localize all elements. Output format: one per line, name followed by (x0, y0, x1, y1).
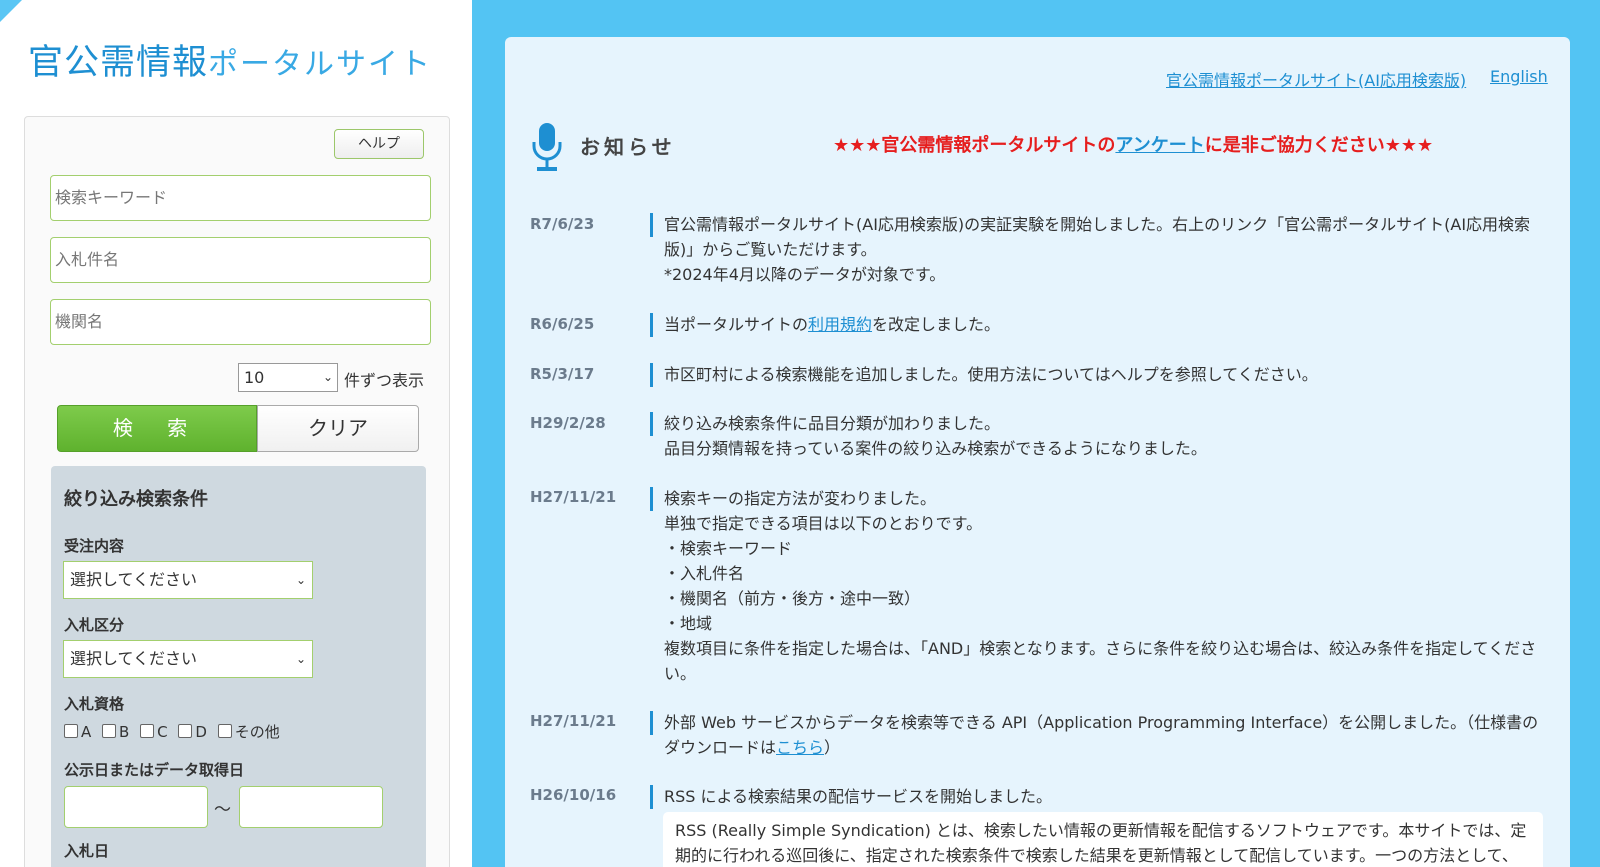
qualification-checkbox-d[interactable] (178, 724, 193, 738)
news-line: 検索キーの指定方法が変わりました。 (664, 489, 937, 508)
logo-sub-text: ポータルサイト (208, 47, 433, 82)
survey-text-pre: ★★★官公需情報ポータルサイトの (833, 135, 1116, 156)
news-date: R6/6/25 (530, 315, 595, 333)
news-date: R7/6/23 (530, 215, 595, 233)
bid-type-label: 入札区分 (64, 616, 125, 634)
survey-text-post: に是非ご協力ください★★★ (1204, 135, 1434, 156)
news-line: 単独で指定できる項目は以下のとおりです。 (664, 514, 983, 533)
news-line: 複数項目に条件を指定した場合は、「AND」検索となります。さらに条件を絞り込む場… (664, 639, 1537, 683)
news-divider (650, 487, 653, 511)
bid-title-input[interactable]: 入札件名 (50, 237, 431, 283)
order-content-label: 受注内容 (64, 537, 125, 555)
bid-type-value: 選択してください (70, 649, 198, 668)
date-label: 公示日またはデータ取得日 (64, 761, 245, 779)
rss-description-box: RSS (Really Simple Syndication) とは、検索したい… (663, 812, 1543, 867)
chevron-down-icon: ⌄ (322, 370, 333, 384)
news-date: H27/11/21 (530, 488, 617, 506)
per-page-value: 10 (244, 368, 265, 387)
news-divider (650, 711, 653, 735)
qualification-checkboxes: A B C D その他 (64, 721, 286, 742)
order-content-select[interactable]: 選択してください ⌄ (63, 561, 313, 599)
qualification-option-label: B (119, 723, 130, 741)
chevron-down-icon: ⌄ (295, 652, 306, 666)
keyword-input[interactable]: 検索キーワード (50, 175, 431, 221)
api-spec-link[interactable]: こちら (776, 738, 824, 757)
news-item: RSS による検索結果の配信サービスを開始しました。 (664, 784, 1542, 809)
news-line: 官公需情報ポータルサイト(AI応用検索版)の実証実験を開始しました。右上のリンク… (664, 215, 1531, 259)
qualification-checkbox-c[interactable] (140, 724, 155, 738)
qualification-checkbox-a[interactable] (64, 724, 78, 738)
per-page-select[interactable]: 10 ⌄ (238, 363, 338, 392)
logo-main-text: 官公需情報 (28, 43, 209, 83)
qualification-option-label: その他 (234, 723, 280, 741)
survey-banner: ★★★官公需情報ポータルサイトのアンケートに是非ご協力ください★★★ (833, 131, 1433, 157)
clear-button[interactable]: クリア (257, 405, 419, 452)
news-divider (650, 313, 653, 337)
news-item: 当ポータルサイトの利用規約を改定しました。 (664, 312, 1542, 337)
bid-type-select[interactable]: 選択してください ⌄ (63, 640, 313, 678)
news-date: H27/11/21 (530, 712, 617, 730)
qualification-label: 入札資格 (64, 695, 125, 713)
news-date: H29/2/28 (530, 414, 606, 432)
news-line: *2024年4月以降のデータが対象です。 (664, 265, 946, 284)
news-line: ・検索キーワード (664, 539, 793, 558)
bid-date-label: 入札日 (64, 842, 110, 860)
news-text-post: ） (824, 738, 841, 757)
microphone-icon (532, 123, 562, 171)
ai-search-link[interactable]: 官公需情報ポータルサイト(AI応用検索版) (1166, 67, 1466, 91)
help-button[interactable]: ヘルプ (334, 129, 424, 159)
news-line: RSS による検索結果の配信サービスを開始しました。 (664, 787, 1053, 806)
news-title: お知らせ (580, 135, 676, 159)
news-line: ・入札件名 (664, 564, 745, 583)
news-divider (650, 213, 653, 237)
agency-input[interactable]: 機関名 (50, 299, 431, 345)
per-page-label: 件ずつ表示 (344, 371, 425, 390)
news-item: 絞り込み検索条件に品目分類が加わりました。 品目分類情報を持っている案件の絞り込… (664, 411, 1542, 461)
qualification-checkbox-other[interactable] (217, 724, 232, 738)
news-item: 官公需情報ポータルサイト(AI応用検索版)の実証実験を開始しました。右上のリンク… (664, 212, 1542, 287)
qualification-checkbox-b[interactable] (102, 724, 117, 738)
news-divider (650, 363, 653, 387)
qualification-option-label: C (157, 723, 168, 741)
search-button[interactable]: 検 索 (57, 405, 257, 452)
news-line: 品目分類情報を持っている案件の絞り込み検索ができるようになりました。 (664, 439, 1207, 458)
news-line: ・機関名（前方・後方・途中一致） (664, 589, 921, 608)
news-text-post: を改定しました。 (872, 315, 1001, 334)
news-line: 絞り込み検索条件に品目分類が加わりました。 (664, 414, 1001, 433)
news-date: H26/10/16 (530, 786, 617, 804)
qualification-option-label: D (195, 723, 207, 741)
terms-link[interactable]: 利用規約 (808, 315, 872, 334)
news-divider (650, 412, 653, 436)
news-text-pre: 当ポータルサイトの (664, 315, 809, 334)
site-logo[interactable]: 官公需情報ポータルサイト (28, 34, 432, 85)
news-item: 検索キーの指定方法が変わりました。 単独で指定できる項目は以下のとおりです。 ・… (664, 486, 1542, 686)
news-item: 外部 Web サービスからデータを検索等できる API（Application … (664, 710, 1542, 760)
date-to-input[interactable] (239, 786, 383, 828)
order-content-value: 選択してください (70, 570, 198, 589)
qualification-option-label: A (81, 723, 92, 741)
corner-decoration (0, 0, 22, 22)
news-line: 市区町村による検索機能を追加しました。使用方法についてはヘルプを参照してください… (664, 365, 1318, 384)
news-line: ・地域 (664, 614, 713, 633)
news-divider (650, 785, 653, 809)
news-date: R5/3/17 (530, 365, 595, 383)
news-item: 市区町村による検索機能を追加しました。使用方法についてはヘルプを参照してください… (664, 362, 1542, 387)
english-link[interactable]: English (1490, 67, 1548, 86)
survey-link[interactable]: アンケート (1115, 135, 1204, 156)
chevron-down-icon: ⌄ (295, 573, 306, 587)
date-from-input[interactable] (64, 786, 208, 828)
filter-title: 絞り込み検索条件 (64, 489, 208, 510)
date-separator: ～ (214, 800, 231, 820)
